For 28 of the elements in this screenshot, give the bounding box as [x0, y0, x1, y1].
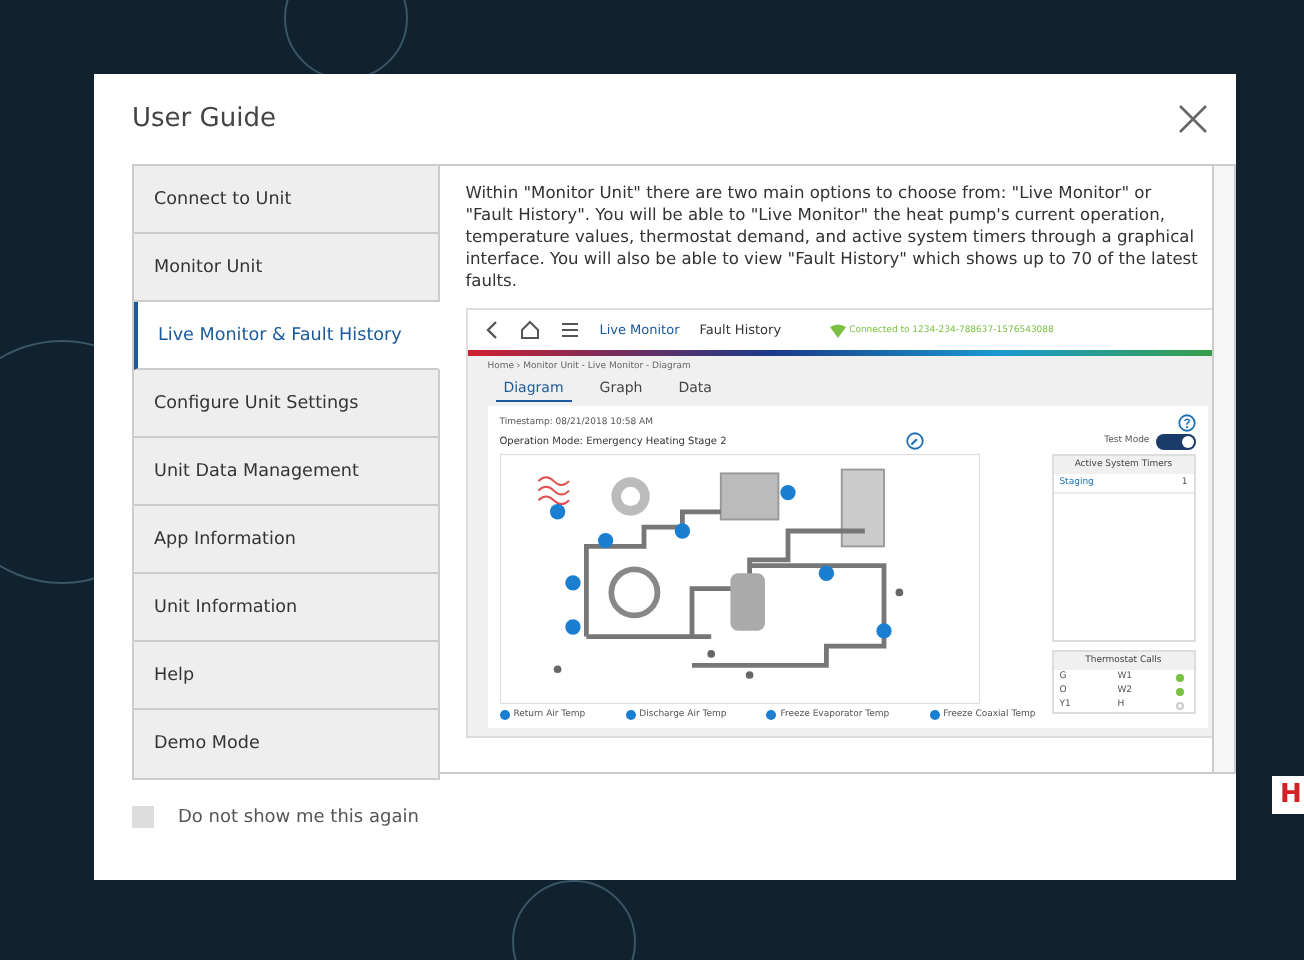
logo-fragment: H: [1272, 776, 1304, 814]
sidebar-item[interactable]: Demo Mode: [134, 710, 440, 778]
sidebar-item[interactable]: Unit Information: [134, 574, 440, 642]
checkbox[interactable]: [132, 806, 154, 828]
sidebar-item[interactable]: Connect to Unit: [134, 166, 440, 234]
dialog-title: User Guide: [132, 103, 276, 133]
sidebar-item[interactable]: Configure Unit Settings: [134, 370, 440, 438]
wifi-icon: [829, 323, 846, 337]
legend-dot: [929, 710, 940, 720]
close-button[interactable]: [1178, 103, 1208, 133]
sidebar-item[interactable]: App Information: [134, 506, 440, 574]
help-icon[interactable]: [1177, 414, 1196, 432]
description-paragraph: Within "Monitor Unit" there are two main options to choose from: "Live Monitor" or "Fault History". You will be able to "Live Monitor" the heat pump's current operation, temperature values, thermostat demand, and active system timers through a graphical interface. You will also be able to view "Fault History" which shows up to 70 of the latest faults.: [465, 182, 1200, 292]
wrench-icon[interactable]: [906, 432, 925, 450]
menu-icon[interactable]: [559, 320, 580, 340]
legend-dot: [499, 710, 510, 720]
back-icon[interactable]: [483, 320, 500, 340]
sidebar-item[interactable]: Live Monitor & Fault History: [134, 302, 440, 370]
home-icon[interactable]: [519, 320, 540, 340]
scrollbar[interactable]: [1212, 166, 1234, 772]
test-mode-toggle[interactable]: [1155, 433, 1196, 449]
sidebar-item[interactable]: Unit Data Management: [134, 438, 440, 506]
close-icon: [1178, 103, 1208, 133]
sidebar-item[interactable]: Help: [134, 642, 440, 710]
sidebar-item[interactable]: Monitor Unit: [134, 234, 440, 302]
legend-dot: [766, 710, 777, 720]
checkbox-label: Do not show me this again: [178, 807, 419, 827]
legend-dot: [625, 710, 636, 720]
